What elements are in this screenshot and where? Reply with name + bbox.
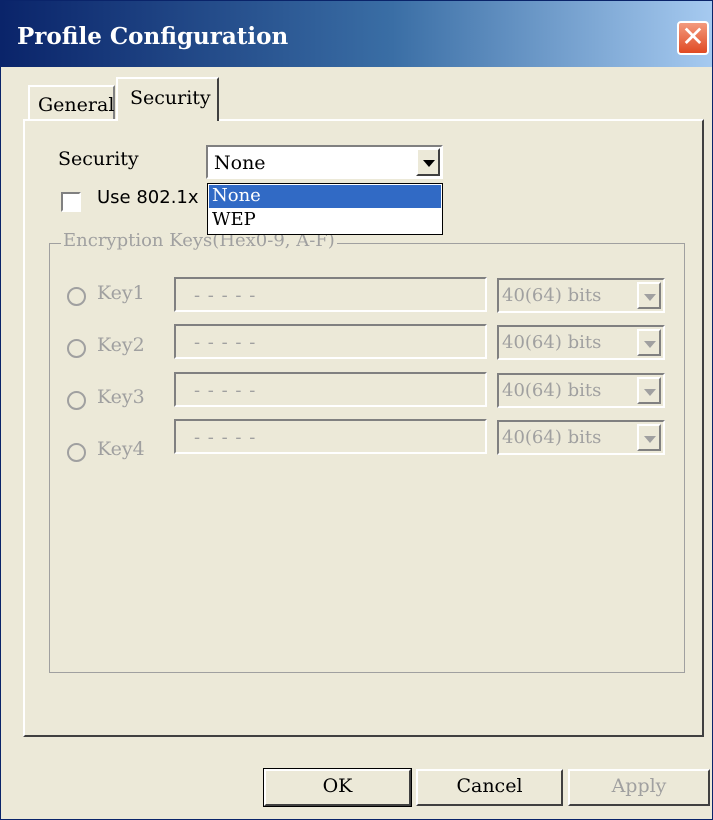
security-select[interactable]: None <box>206 145 443 179</box>
key2-value: - - - - - <box>194 332 257 353</box>
chevron-down-icon <box>644 389 656 396</box>
ok-button[interactable]: OK <box>263 768 412 807</box>
tab-security[interactable]: Security <box>116 77 219 121</box>
key1-input[interactable]: - - - - - <box>174 277 487 312</box>
key3-radio[interactable] <box>67 391 86 410</box>
key3-bits-select[interactable]: 40(64) bits <box>497 373 665 408</box>
key3-bits-value: 40(64) bits <box>502 380 602 401</box>
key4-bits-value: 40(64) bits <box>502 427 602 448</box>
cancel-button[interactable]: Cancel <box>416 769 563 806</box>
security-select-value: None <box>214 152 266 174</box>
tab-general[interactable]: General <box>28 85 115 119</box>
key3-value: - - - - - <box>194 380 257 401</box>
key2-bits-select[interactable]: 40(64) bits <box>497 325 665 360</box>
key4-value: - - - - - <box>194 427 257 448</box>
key1-bits-select[interactable]: 40(64) bits <box>497 278 665 313</box>
key4-label: Key4 <box>97 438 145 460</box>
security-dropdown-list: None WEP <box>207 183 443 235</box>
close-button[interactable]: ✕ <box>677 21 709 55</box>
chevron-down-icon <box>423 160 435 167</box>
chevron-down-icon <box>644 341 656 348</box>
key4-input[interactable]: - - - - - <box>174 419 487 454</box>
key1-radio[interactable] <box>67 287 86 306</box>
apply-button[interactable]: Apply <box>568 769 710 806</box>
key3-label: Key3 <box>97 386 145 408</box>
security-dropdown-button[interactable] <box>416 148 440 176</box>
key4-bits-select[interactable]: 40(64) bits <box>497 420 665 455</box>
chevron-down-icon <box>644 294 656 301</box>
key3-input[interactable]: - - - - - <box>174 372 487 407</box>
key2-label: Key2 <box>97 334 145 356</box>
chevron-down-icon <box>644 436 656 443</box>
security-option-wep[interactable]: WEP <box>209 209 441 232</box>
key1-value: - - - - - <box>194 285 257 306</box>
use-8021x-label: Use 802.1x <box>97 187 199 208</box>
key3-bits-dropdown-button[interactable] <box>637 377 661 404</box>
close-icon: ✕ <box>681 20 705 53</box>
use-8021x-checkbox[interactable] <box>61 192 81 212</box>
key1-bits-dropdown-button[interactable] <box>637 282 661 309</box>
key2-input[interactable]: - - - - - <box>174 324 487 359</box>
key2-radio[interactable] <box>67 339 86 358</box>
key4-radio[interactable] <box>67 443 86 462</box>
key2-bits-value: 40(64) bits <box>502 332 602 353</box>
security-option-none[interactable]: None <box>209 185 441 208</box>
security-label: Security <box>58 148 139 170</box>
key4-bits-dropdown-button[interactable] <box>637 424 661 451</box>
window-title: Profile Configuration <box>17 23 289 50</box>
title-bar[interactable]: Profile Configuration ✕ <box>1 1 712 67</box>
profile-configuration-dialog: Profile Configuration ✕ General Security… <box>0 0 713 820</box>
key1-label: Key1 <box>97 282 145 304</box>
key1-bits-value: 40(64) bits <box>502 285 602 306</box>
key2-bits-dropdown-button[interactable] <box>637 329 661 356</box>
